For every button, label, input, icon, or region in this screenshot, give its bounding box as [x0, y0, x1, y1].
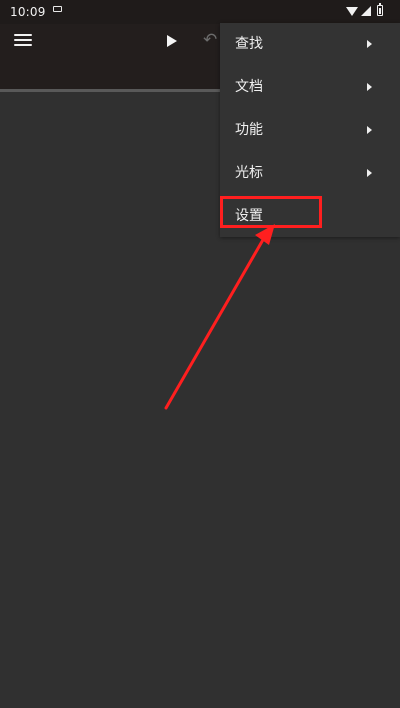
- signal-icon: [361, 6, 371, 16]
- status-time: 10:09: [10, 5, 46, 19]
- menu-item-find[interactable]: 查找: [220, 23, 400, 66]
- status-icons: [346, 3, 390, 19]
- chevron-right-icon: [367, 126, 372, 134]
- menu-icon[interactable]: [14, 33, 32, 47]
- menu-item-label: 查找: [235, 36, 263, 52]
- menu-line: [14, 34, 32, 36]
- status-bar: 10:09: [0, 0, 400, 24]
- menu-line: [14, 44, 32, 46]
- menu-item-document[interactable]: 文档: [220, 66, 400, 109]
- menu-line: [14, 39, 32, 41]
- menu-item-function[interactable]: 功能: [220, 109, 400, 152]
- play-icon[interactable]: [167, 35, 177, 47]
- chevron-right-icon: [367, 169, 372, 177]
- chevron-right-icon: [367, 83, 372, 91]
- chevron-right-icon: [367, 40, 372, 48]
- battery-icon: [377, 3, 383, 16]
- menu-item-label: 功能: [235, 122, 263, 138]
- menu-item-label: 文档: [235, 79, 263, 95]
- settings-highlight-box: [220, 196, 322, 228]
- wifi-icon: [346, 7, 358, 16]
- notification-icon: [53, 6, 62, 12]
- menu-item-label: 光标: [235, 165, 263, 181]
- undo-icon[interactable]: ↶: [203, 31, 219, 49]
- menu-item-cursor[interactable]: 光标: [220, 152, 400, 195]
- app-screen: 10:09 ↶ 查找 文档 功能 光标 设置: [0, 0, 400, 708]
